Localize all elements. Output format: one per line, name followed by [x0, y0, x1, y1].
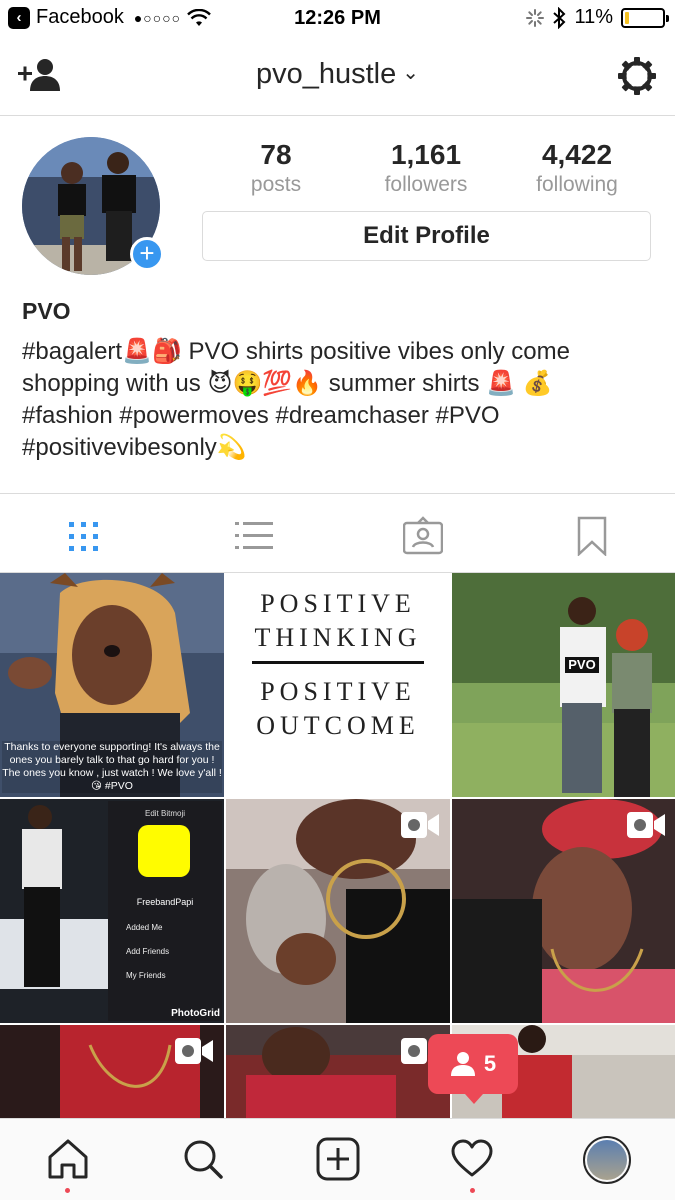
post-tile[interactable]: PVO [452, 573, 675, 797]
grid-view-icon[interactable] [64, 516, 104, 556]
post-tile-quote[interactable]: POSITIVE THINKING POSITIVE OUTCOME [226, 573, 450, 797]
activity-heart-icon[interactable] [450, 1137, 494, 1181]
activity-spinner-icon [526, 8, 545, 27]
post-tile[interactable]: Thanks to everyone supporting! It's alwa… [0, 573, 224, 797]
chevron-down-icon[interactable]: ⌄ [402, 62, 419, 84]
profile-view-tabs [0, 493, 675, 573]
snap-menu-item: Added Me [126, 923, 163, 932]
video-camera-icon [401, 812, 439, 838]
followers-count[interactable]: 1,161 followers [351, 139, 501, 197]
post-tile-video[interactable] [226, 1025, 450, 1119]
bio-line: shopping with us 😈🤑💯🔥 summer shirts 🚨 💰 [22, 370, 553, 397]
edit-profile-button[interactable]: Edit Profile [202, 211, 651, 261]
followers-number: 1,161 [390, 139, 462, 170]
home-activity-dot [65, 1188, 70, 1193]
quote-divider [252, 661, 424, 664]
snap-menu-item: Add Friends [126, 947, 170, 956]
followers-label: followers [384, 173, 468, 196]
post-tile[interactable]: Edit Bitmoji FreebandPapi Added Me Add F… [0, 799, 224, 1023]
status-bar: ‹ Facebook ●○○○○ 12:26 PM 11% [0, 0, 675, 40]
post-tile-video[interactable] [452, 799, 675, 1023]
search-icon[interactable] [181, 1137, 225, 1181]
profile-tab-avatar[interactable] [583, 1136, 631, 1184]
bio-line: #fashion #powermoves #dreamchaser #PVO [22, 402, 500, 429]
person-icon [450, 1052, 475, 1076]
profile-bio: #bagalert🚨🎒 PVO shirts positive vibes on… [22, 336, 652, 464]
snap-name: FreebandPapi [136, 897, 194, 907]
posts-label: posts [250, 173, 302, 196]
bio-line: #positivevibesonly💫 [22, 434, 247, 461]
follow-requests-notification[interactable]: 5 [428, 1034, 518, 1104]
snapcode-icon [138, 825, 190, 877]
quote-line: POSITIVE [260, 589, 416, 618]
username-title[interactable]: pvo_hustle [256, 58, 396, 90]
add-story-plus-icon[interactable]: + [130, 237, 164, 271]
following-number: 4,422 [541, 139, 613, 170]
posts-count[interactable]: 78 posts [201, 139, 351, 197]
following-count[interactable]: 4,422 following [502, 139, 652, 197]
quote-line: THINKING [254, 623, 422, 652]
profile-name: PVO [22, 298, 71, 324]
saved-bookmark-icon[interactable] [572, 516, 612, 556]
shirt-print: PVO [565, 657, 599, 673]
post-tile-video[interactable] [0, 1025, 224, 1119]
snapchat-screenshot: Edit Bitmoji FreebandPapi Added Me Add F… [108, 801, 222, 1021]
following-label: following [536, 173, 618, 196]
quote-line: POSITIVE [260, 677, 416, 706]
bottom-tab-bar [0, 1118, 675, 1200]
posts-number: 78 [260, 139, 292, 170]
list-view-icon[interactable] [234, 516, 274, 556]
follow-requests-count: 5 [483, 1051, 497, 1076]
bio-line: #bagalert🚨🎒 PVO shirts positive vibes on… [22, 338, 570, 365]
battery-percent: 11% [574, 6, 613, 28]
battery-icon [621, 7, 669, 28]
snap-menu-item: My Friends [126, 971, 166, 980]
home-icon[interactable] [46, 1137, 90, 1181]
post-tile-video[interactable] [226, 799, 450, 1023]
photogrid-watermark: PhotoGrid [171, 1008, 220, 1019]
activity-notification-dot [470, 1188, 475, 1193]
tagged-photos-icon[interactable] [403, 516, 443, 556]
snap-title: Edit Bitmoji [144, 809, 185, 818]
video-camera-icon [627, 812, 665, 838]
profile-tab-photo [587, 1140, 627, 1180]
quote-line: OUTCOME [256, 711, 420, 740]
video-camera-icon [175, 1038, 213, 1064]
post-caption-overlay: Thanks to everyone supporting! It's alwa… [2, 741, 222, 793]
bluetooth-icon [553, 6, 566, 29]
post-photo [452, 573, 675, 797]
profile-header-bar: pvo_hustle ⌄ [0, 40, 675, 116]
username-switcher[interactable]: pvo_hustle ⌄ [0, 58, 675, 91]
options-gear-icon[interactable] [617, 56, 657, 96]
new-post-icon[interactable] [316, 1137, 360, 1181]
